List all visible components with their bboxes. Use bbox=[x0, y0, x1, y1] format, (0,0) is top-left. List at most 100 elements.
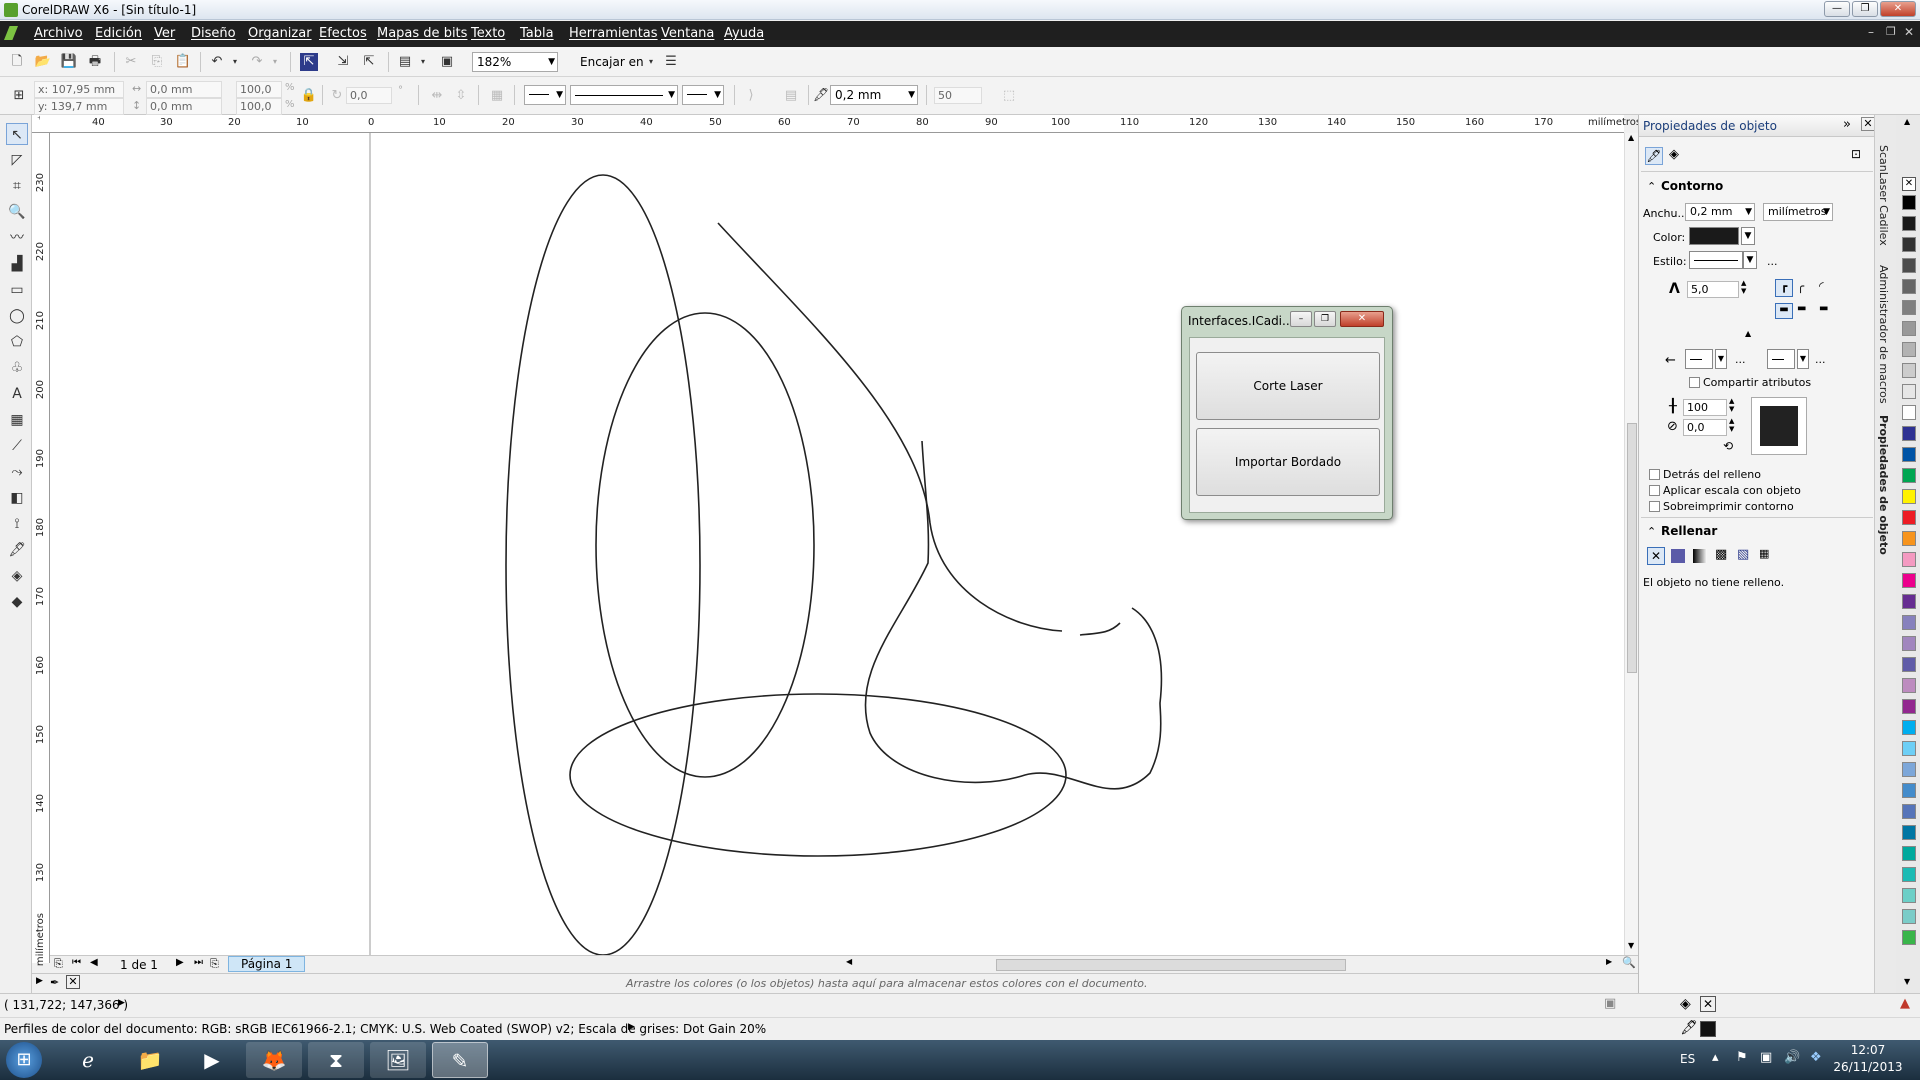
palette-swatch[interactable] bbox=[1902, 594, 1916, 609]
blend-tool-icon[interactable]: ◧ bbox=[6, 487, 28, 509]
behind-fill-checkbox[interactable] bbox=[1649, 469, 1660, 480]
visual-studio-icon[interactable]: ⧗ bbox=[308, 1042, 364, 1078]
open-icon[interactable]: 📂 bbox=[34, 53, 52, 71]
palette-swatch[interactable] bbox=[1902, 573, 1916, 588]
overprint-outline-checkbox[interactable] bbox=[1649, 501, 1660, 512]
tray-arrow-icon[interactable]: ▴ bbox=[1712, 1050, 1719, 1065]
texture-fill-icon[interactable]: ▧ bbox=[1737, 547, 1749, 562]
paste-icon[interactable]: 📋 bbox=[174, 53, 192, 71]
share-attributes-checkbox[interactable] bbox=[1689, 377, 1700, 388]
fill-tool-icon[interactable]: ◈ bbox=[6, 565, 28, 587]
rotation-field[interactable]: 0,0 bbox=[346, 87, 392, 104]
nib-angle-field[interactable]: 0,0 bbox=[1683, 419, 1727, 436]
shape-tool-icon[interactable]: ◸ bbox=[6, 149, 28, 171]
corner-round-icon[interactable]: ╭ bbox=[1797, 279, 1804, 293]
internet-explorer-icon[interactable]: ℯ bbox=[60, 1042, 116, 1078]
wrap-text-icon[interactable]: ▦ bbox=[488, 87, 506, 105]
coreldraw-taskbar-icon[interactable]: ✎ bbox=[432, 1042, 488, 1078]
scale-height-field[interactable]: 100,0 bbox=[236, 98, 282, 115]
palette-swatch[interactable] bbox=[1902, 510, 1916, 525]
profile-expand-icon[interactable]: ▶ bbox=[628, 1022, 635, 1032]
network-icon[interactable]: ▣ bbox=[1760, 1050, 1772, 1065]
tab-scanlaser[interactable]: ScanLaser Cadilex bbox=[1877, 145, 1890, 246]
laser-cut-button[interactable]: Corte Laser bbox=[1196, 352, 1380, 420]
volume-icon[interactable]: 🔊 bbox=[1784, 1050, 1800, 1065]
menu-ventana[interactable]: Ventana bbox=[661, 26, 714, 41]
page-tab[interactable]: Página 1 bbox=[228, 956, 306, 972]
y-position-field[interactable]: y: 139,7 mm bbox=[34, 98, 124, 115]
no-color-swatch-icon[interactable]: ✕ bbox=[66, 975, 80, 989]
palette-swatch[interactable] bbox=[1902, 783, 1916, 798]
start-arrow-dropdown-icon[interactable]: ▼ bbox=[1715, 349, 1727, 369]
dialog-close-button[interactable]: ✕ bbox=[1340, 311, 1384, 327]
doc-minimize-icon[interactable]: – bbox=[1868, 25, 1874, 39]
nib-shape-preview[interactable] bbox=[1751, 397, 1807, 455]
fountain-fill-icon[interactable] bbox=[1693, 549, 1707, 563]
start-button[interactable]: ⊞ bbox=[6, 1042, 42, 1078]
zoom-level-select[interactable]: 182% ▼ bbox=[472, 52, 558, 72]
vertical-scrollbar[interactable]: ▲ ▼ bbox=[1624, 133, 1638, 955]
palette-swatch[interactable] bbox=[1902, 699, 1916, 714]
undo-dropdown-icon[interactable]: ▾ bbox=[226, 53, 244, 71]
palette-swatch[interactable] bbox=[1902, 741, 1916, 756]
palette-swatch[interactable] bbox=[1902, 342, 1916, 357]
outline-width-select[interactable]: 0,2 mm ▼ bbox=[830, 85, 918, 105]
menu-herramientas[interactable]: Herramientas bbox=[569, 26, 658, 41]
horizontal-scroll-thumb[interactable] bbox=[996, 959, 1346, 971]
close-curve-icon[interactable]: ⟩ bbox=[742, 87, 760, 105]
add-page-after-icon[interactable]: ⎘ bbox=[210, 957, 219, 971]
docker-options-icon[interactable]: ⊡ bbox=[1851, 147, 1861, 161]
palette-swatch[interactable] bbox=[1902, 426, 1916, 441]
palette-swatch[interactable] bbox=[1902, 636, 1916, 651]
wrap-paragraph-icon[interactable]: ▤ bbox=[782, 87, 800, 105]
application-launcher-icon[interactable]: ▤ bbox=[396, 53, 414, 71]
status-expand-icon[interactable]: ▶ bbox=[118, 998, 125, 1008]
palette-menu-icon[interactable]: ▶ bbox=[36, 976, 43, 986]
polygon-tool-icon[interactable]: ⬠ bbox=[6, 331, 28, 353]
add-page-before-icon[interactable]: ⎘ bbox=[54, 957, 63, 971]
palette-scroll-up-icon[interactable]: ▲ bbox=[1904, 117, 1910, 126]
zoom-tool-icon[interactable]: 🔍 bbox=[6, 201, 28, 223]
units-select[interactable]: milímetros ▼ bbox=[1763, 203, 1833, 221]
rectangle-tool-icon[interactable]: ▭ bbox=[6, 279, 28, 301]
status-tool-icon[interactable]: ▲ bbox=[1900, 996, 1910, 1011]
basic-shapes-icon[interactable]: ♧ bbox=[6, 357, 28, 379]
outline-style-select[interactable] bbox=[1689, 251, 1743, 269]
color-settings-icon[interactable]: ▣ bbox=[1604, 996, 1616, 1011]
next-page-icon[interactable]: ▶ bbox=[176, 957, 184, 968]
outline-color-swatch[interactable] bbox=[1689, 227, 1739, 245]
start-arrow-settings[interactable]: ... bbox=[1735, 353, 1746, 366]
vertical-scroll-thumb[interactable] bbox=[1627, 423, 1637, 673]
doc-restore-icon[interactable]: ❐ bbox=[1886, 25, 1896, 38]
angle-spinner-icon[interactable]: ▲ ▼ bbox=[1729, 417, 1734, 433]
start-arrowhead-select[interactable]: ▼ bbox=[524, 85, 566, 105]
undo-icon[interactable]: ↶ bbox=[208, 53, 226, 71]
scroll-left-icon[interactable]: ◀ bbox=[846, 957, 852, 966]
dropbox-icon[interactable]: ❖ bbox=[1810, 1050, 1822, 1065]
outline-width-field[interactable]: 0,2 mm ▼ bbox=[1685, 203, 1755, 221]
start-arrowhead-box[interactable] bbox=[1685, 349, 1713, 369]
fill-tab-icon[interactable]: ◈ bbox=[1669, 147, 1679, 162]
palette-swatch[interactable] bbox=[1902, 363, 1916, 378]
menu-ver[interactable]: Ver bbox=[154, 26, 175, 41]
palette-swatch[interactable] bbox=[1902, 279, 1916, 294]
snap-dropdown-icon[interactable]: ▾ bbox=[642, 53, 660, 71]
object-origin-icon[interactable]: ⊞ bbox=[10, 87, 28, 105]
outline-tab-icon[interactable]: 🖋 bbox=[1645, 147, 1663, 165]
stretch-spinner-icon[interactable]: ▲ ▼ bbox=[1729, 397, 1734, 413]
tab-macro-manager[interactable]: Administrador de macros bbox=[1877, 265, 1890, 404]
end-arrowhead-box[interactable] bbox=[1767, 349, 1795, 369]
menu-ayuda[interactable]: Ayuda bbox=[724, 26, 764, 41]
text-tool-icon[interactable]: A bbox=[6, 383, 28, 405]
last-page-icon[interactable]: ⏭ bbox=[194, 957, 203, 968]
palette-swatch[interactable] bbox=[1902, 447, 1916, 462]
print-icon[interactable]: 🖶 bbox=[86, 53, 104, 71]
crop-tool-icon[interactable]: ⌗ bbox=[6, 175, 28, 197]
docker-close-icon[interactable]: ✕ bbox=[1861, 117, 1875, 131]
no-fill-icon[interactable]: ✕ bbox=[1647, 547, 1665, 565]
style-settings-button[interactable]: ... bbox=[1767, 255, 1778, 268]
menu-diseno[interactable]: Diseño bbox=[191, 26, 236, 41]
palette-swatch[interactable] bbox=[1902, 615, 1916, 630]
eyedropper-icon[interactable]: ✒ bbox=[50, 976, 59, 989]
dimension-tool-icon[interactable]: ⟋ bbox=[6, 435, 28, 457]
